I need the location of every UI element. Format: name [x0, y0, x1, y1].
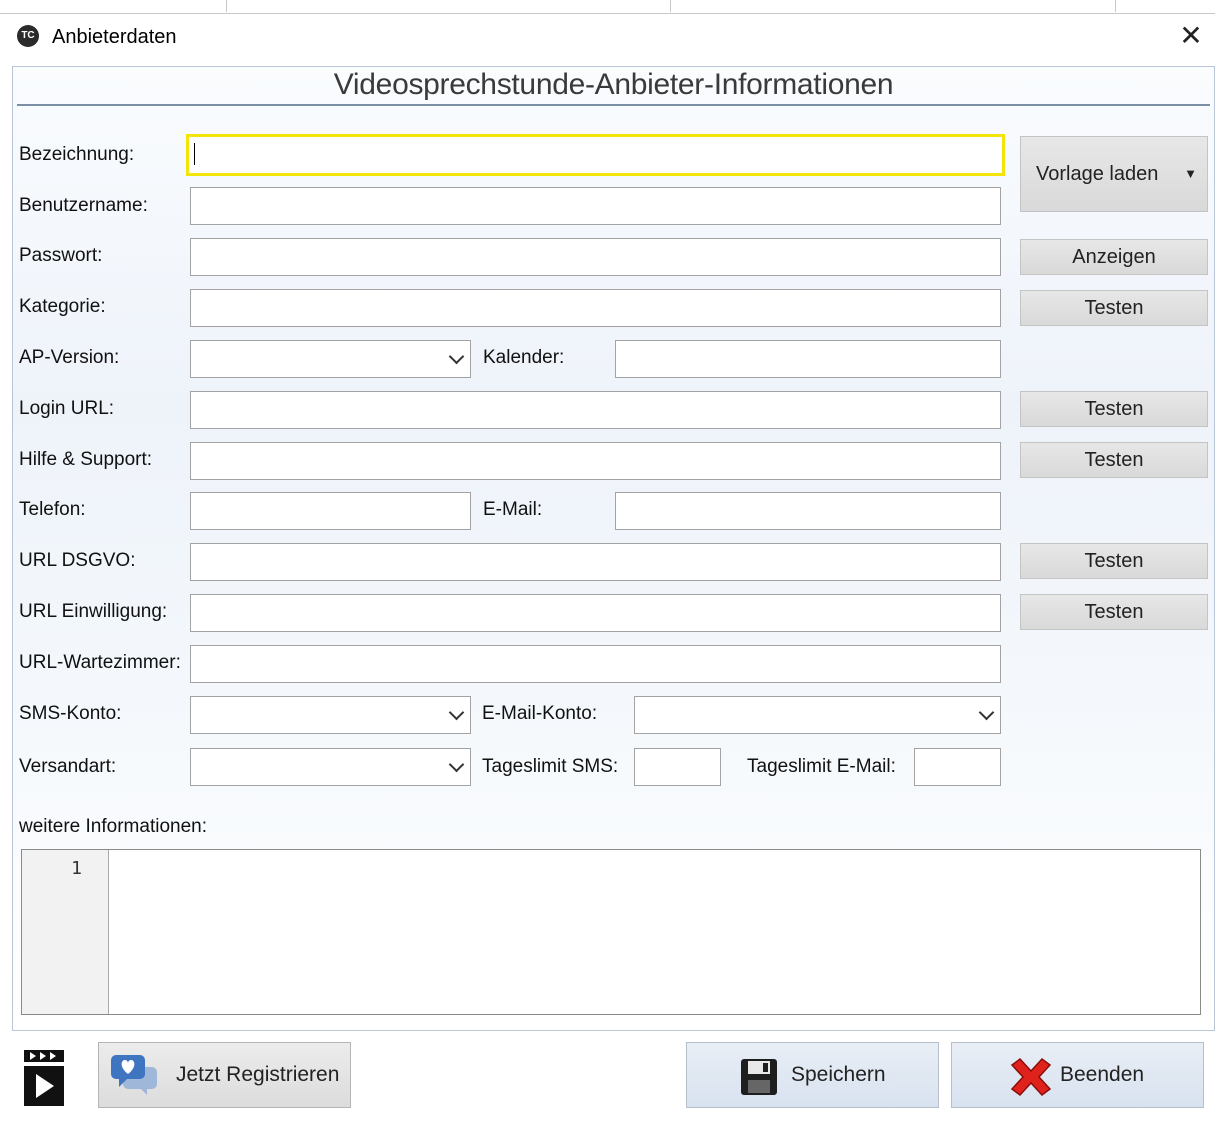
heading-divider — [17, 104, 1210, 106]
versandart-select[interactable] — [190, 748, 471, 786]
jetzt-registrieren-label: Jetzt Registrieren — [176, 1063, 340, 1086]
label-bezeichnung: Bezeichnung: — [19, 144, 135, 165]
ap-version-select[interactable] — [190, 340, 471, 378]
label-kategorie: Kategorie: — [19, 296, 106, 317]
label-tageslimit-sms: Tageslimit SMS: — [482, 756, 619, 777]
label-hilfe-support: Hilfe & Support: — [19, 449, 153, 470]
weitere-informationen-editor[interactable]: 1 — [21, 849, 1201, 1015]
testen-kategorie-button[interactable]: Testen — [1020, 290, 1208, 326]
anzeigen-button[interactable]: Anzeigen — [1020, 239, 1208, 275]
speichern-button[interactable]: Speichern — [686, 1042, 939, 1108]
chat-heart-icon — [109, 1053, 161, 1097]
label-url-dsgvo: URL DSGVO: — [19, 550, 136, 571]
chevron-down-icon — [448, 704, 465, 721]
beenden-label: Beenden — [1060, 1063, 1145, 1086]
window-title: Anbieterdaten — [52, 26, 177, 48]
red-x-icon — [1008, 1057, 1054, 1097]
background-window-strip — [0, 0, 1215, 14]
label-telefon: Telefon: — [19, 499, 86, 520]
sms-konto-select[interactable] — [190, 696, 471, 734]
label-weitere-informationen: weitere Informationen: — [19, 816, 207, 837]
kategorie-input[interactable] — [190, 289, 1001, 327]
email-konto-select[interactable] — [634, 696, 1001, 734]
line-number-gutter: 1 — [22, 850, 109, 1014]
kalender-input[interactable] — [615, 340, 1001, 378]
testen-dsgvo-button[interactable]: Testen — [1020, 543, 1208, 579]
chevron-down-icon — [448, 756, 465, 773]
benutzername-input[interactable] — [190, 187, 1001, 225]
label-ap-version: AP-Version: — [19, 347, 120, 368]
label-sms-konto: SMS-Konto: — [19, 703, 122, 724]
close-icon[interactable]: ✕ — [1176, 20, 1206, 52]
testen-einwilligung-button[interactable]: Testen — [1020, 594, 1208, 630]
form-heading: Videosprechstunde-Anbieter-Informationen — [333, 68, 894, 101]
label-url-wartezimmer: URL-Wartezimmer: — [19, 652, 181, 673]
telefon-input[interactable] — [190, 492, 471, 530]
label-email: E-Mail: — [483, 499, 543, 520]
vorlage-laden-button[interactable]: Vorlage laden ▼ — [1020, 136, 1208, 212]
label-login-url: Login URL: — [19, 398, 115, 419]
text-caret — [194, 143, 195, 165]
label-tageslimit-email: Tageslimit E-Mail: — [747, 756, 896, 777]
floppy-disk-icon — [739, 1057, 779, 1097]
label-kalender: Kalender: — [483, 347, 565, 368]
url-wartezimmer-input[interactable] — [190, 645, 1001, 683]
testen-hilfe-button[interactable]: Testen — [1020, 442, 1208, 478]
speichern-label: Speichern — [791, 1063, 886, 1086]
clapperboard-icon — [22, 1048, 66, 1108]
line-number: 1 — [71, 858, 82, 879]
chevron-down-icon — [978, 704, 995, 721]
beenden-button[interactable]: Beenden — [951, 1042, 1204, 1108]
url-dsgvo-input[interactable] — [190, 543, 1001, 581]
app-logo-icon: TC — [17, 25, 39, 47]
email-input[interactable] — [615, 492, 1001, 530]
vorlage-laden-label: Vorlage laden — [1036, 163, 1159, 185]
jetzt-registrieren-button[interactable]: Jetzt Registrieren — [98, 1042, 351, 1108]
tageslimit-email-input[interactable] — [914, 748, 1001, 786]
bezeichnung-input[interactable] — [186, 134, 1005, 176]
dropdown-arrow-icon: ▼ — [1184, 166, 1197, 181]
testen-login-url-button[interactable]: Testen — [1020, 391, 1208, 427]
label-benutzername: Benutzername: — [19, 195, 148, 216]
chevron-down-icon — [448, 348, 465, 365]
url-einwilligung-input[interactable] — [190, 594, 1001, 632]
label-passwort: Passwort: — [19, 245, 103, 266]
tageslimit-sms-input[interactable] — [634, 748, 721, 786]
hilfe-support-input[interactable] — [190, 442, 1001, 480]
label-versandart: Versandart: — [19, 756, 117, 777]
label-url-einwilligung: URL Einwilligung: — [19, 601, 168, 622]
login-url-input[interactable] — [190, 391, 1001, 429]
passwort-input[interactable] — [190, 238, 1001, 276]
label-email-konto: E-Mail-Konto: — [482, 703, 598, 724]
